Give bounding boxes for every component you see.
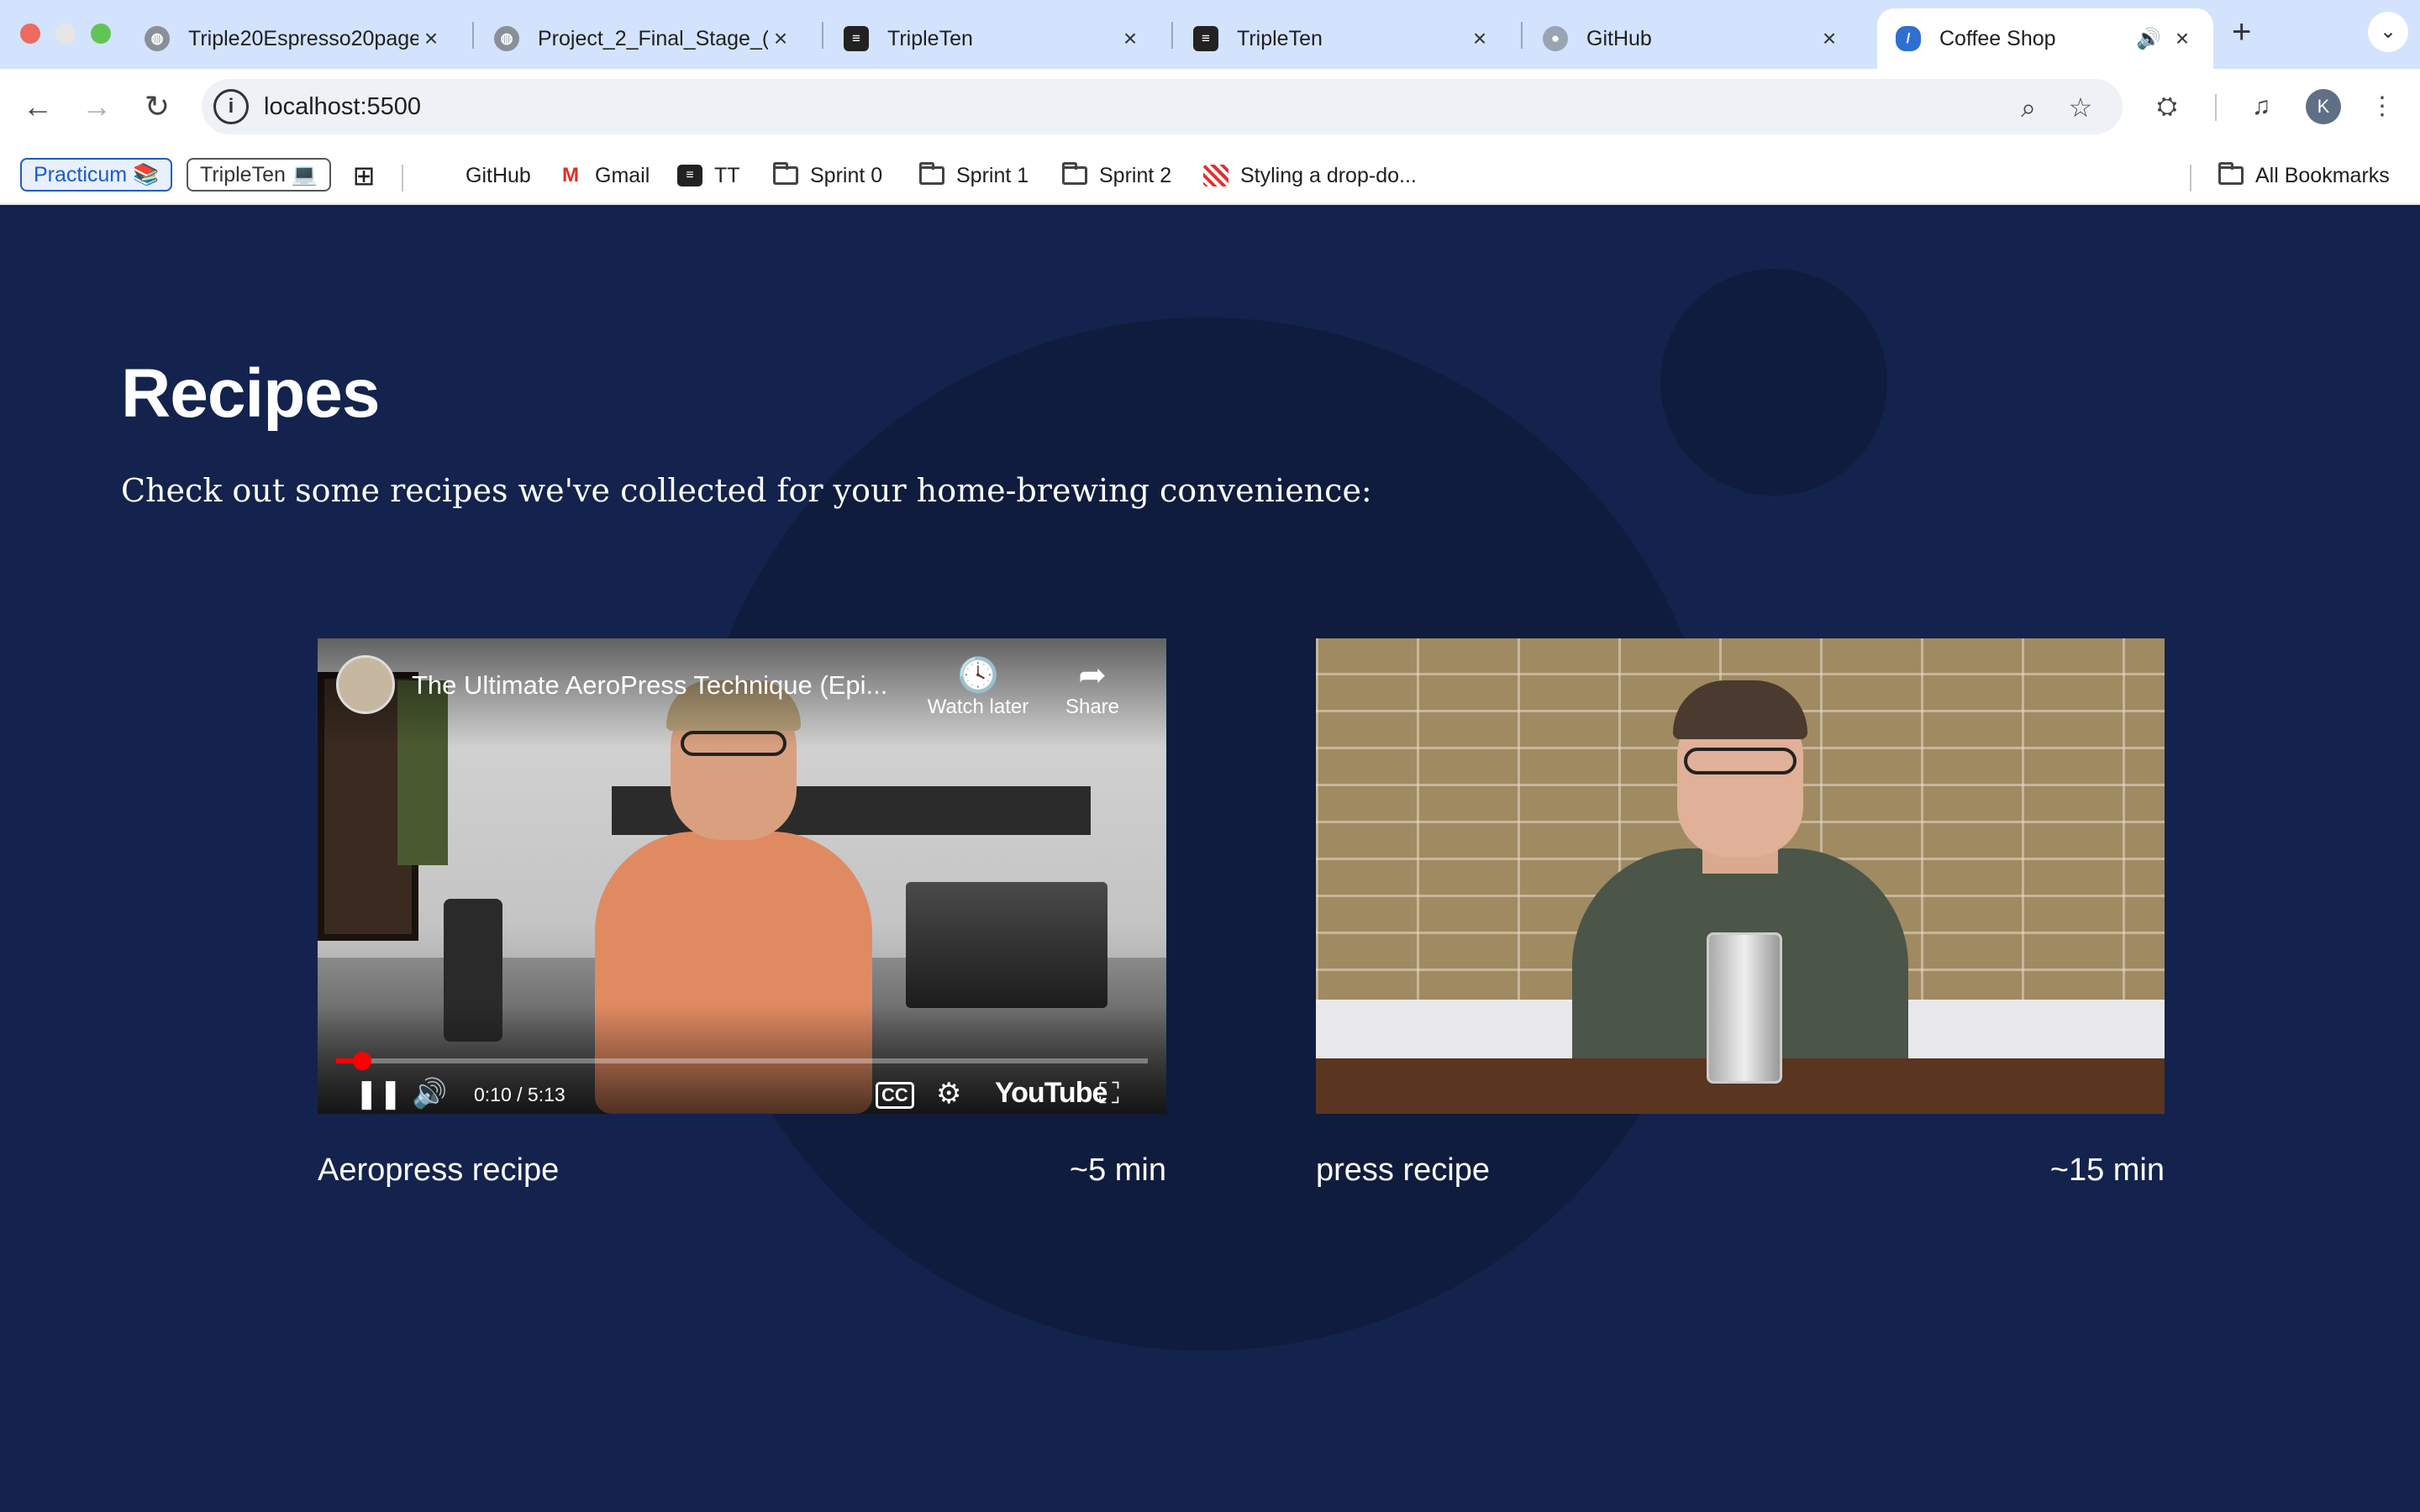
recipe-caption: press recipe ~15 min (1316, 1152, 2165, 1189)
address-bar[interactable]: i localhost:5500 ⌕ ☆ (202, 79, 2123, 134)
progress-scrubber[interactable] (352, 1052, 371, 1070)
forward-arrow-icon[interactable]: → (76, 86, 118, 128)
channel-avatar[interactable] (336, 655, 395, 714)
video-time: 0:10 / 5:13 (474, 1084, 566, 1105)
tab-tripleten-2[interactable]: ≡ TripleTen × (1175, 8, 1511, 69)
close-tab-icon[interactable]: × (1817, 25, 1842, 52)
all-bookmarks[interactable]: All Bookmarks (2218, 160, 2390, 192)
page-title: Recipes (121, 355, 381, 432)
close-tab-icon[interactable]: × (1467, 25, 1492, 52)
tab-project-2[interactable]: ◍ Project_2_Final_Stage_( × (476, 8, 812, 69)
bookmark-sprint-0[interactable]: Sprint 0 (773, 160, 882, 192)
aeropress-video-player[interactable]: The Ultimate AeroPress Technique (Epi...… (318, 638, 1166, 1114)
article-icon (1203, 165, 1228, 186)
new-tab-button[interactable]: + (2232, 13, 2251, 51)
tab-separator (822, 22, 823, 49)
tripleten-icon: ≡ (677, 165, 702, 186)
watch-later-button[interactable]: 🕓 Watch later (919, 655, 1037, 719)
close-tab-icon[interactable]: × (1118, 25, 1143, 52)
bookmark-gmail[interactable]: M Gmail (558, 160, 650, 192)
tab-github[interactable]: ● GitHub × (1524, 8, 1860, 69)
recipe-duration: ~5 min (1069, 1152, 1166, 1188)
zoom-icon[interactable]: ⌕ (2010, 89, 2047, 126)
menu-kebab-icon[interactable]: ⋮ (2361, 86, 2403, 128)
bookmark-star-icon[interactable]: ☆ (2062, 89, 2099, 126)
recipe-card-french-press: press recipe ~15 min (1316, 638, 2165, 1189)
back-arrow-icon[interactable]: ← (17, 86, 59, 128)
bookmark-styling-dropdown[interactable]: Styling a drop-do... (1203, 160, 1417, 192)
profile-avatar[interactable]: K (2306, 89, 2341, 124)
speaker-icon[interactable]: 🔊 (2136, 27, 2170, 51)
tripleten-icon: ≡ (844, 26, 869, 51)
page-viewport: Recipes Check out some recipes we've col… (0, 205, 2420, 1512)
github-icon (429, 165, 454, 186)
github-icon: ● (1543, 26, 1568, 51)
bookmark-tt[interactable]: ≡ TT (677, 160, 740, 192)
url-text[interactable]: localhost:5500 (264, 93, 421, 121)
zoom-window-button[interactable] (91, 24, 111, 44)
media-controls-icon[interactable]: ♫ (2240, 86, 2282, 128)
bookmark-tripleten[interactable]: TripleTen 💻 (187, 158, 331, 192)
video-frame (906, 882, 1107, 1008)
bookmark-sprint-1[interactable]: Sprint 1 (919, 160, 1028, 192)
pause-icon[interactable]: ❚❚ (355, 1077, 402, 1110)
close-tab-icon[interactable]: × (418, 25, 444, 52)
globe-icon: ◍ (494, 26, 519, 51)
closed-captions-icon[interactable]: CC (876, 1082, 914, 1109)
tab-coffee-shop[interactable]: / Coffee Shop 🔊 × (1877, 8, 2213, 69)
video-frame (1684, 748, 1797, 774)
tab-tripleten-1[interactable]: ≡ TripleTen × (825, 8, 1161, 69)
incognito-icon[interactable]: ⛭ (2146, 86, 2188, 128)
bookmark-practicum[interactable]: Practicum 📚 (20, 158, 173, 192)
fullscreen-icon[interactable]: ⛶ (1099, 1077, 1119, 1110)
video-progress-bar[interactable] (336, 1052, 1148, 1070)
minimize-window-button[interactable] (55, 24, 76, 44)
site-info-icon[interactable]: i (213, 89, 249, 124)
tab-separator (472, 22, 474, 49)
recipe-duration: ~15 min (2049, 1152, 2165, 1188)
tab-separator (1171, 22, 1173, 49)
video-title[interactable]: The Ultimate AeroPress Technique (Epi... (412, 670, 887, 701)
page-subtitle: Check out some recipes we've collected f… (121, 472, 1372, 509)
bookmark-github[interactable]: GitHub (429, 160, 531, 192)
clock-icon: 🕓 (957, 657, 999, 694)
youtube-logo[interactable]: YouTube (995, 1077, 1107, 1110)
bookmark-separator (2190, 165, 2191, 192)
close-tab-icon[interactable]: × (768, 25, 793, 52)
recipe-name: Aeropress recipe (318, 1152, 560, 1188)
bookmark-separator (402, 165, 403, 192)
coffee-bean-icon: / (1896, 26, 1921, 51)
decorative-circle-small (1660, 269, 1887, 496)
apps-grid-icon[interactable]: ⊞ (351, 160, 388, 192)
bookmark-sprint-2[interactable]: Sprint 2 (1062, 160, 1171, 192)
toolbar-divider (2215, 94, 2217, 121)
bookmarks-bar: Practicum 📚 TripleTen 💻 ⊞ GitHub M Gmail… (0, 144, 2420, 205)
recipe-name: press recipe (1316, 1152, 1490, 1188)
tab-separator (1521, 22, 1523, 49)
share-button[interactable]: ➦ Share (1050, 655, 1134, 719)
volume-icon[interactable]: 🔊 (412, 1077, 447, 1110)
folder-icon (1062, 162, 1087, 186)
gmail-icon: M (562, 164, 579, 186)
globe-icon: ◍ (145, 26, 170, 51)
browser-toolbar: ← → ↻ i localhost:5500 ⌕ ☆ ⛭ ♫ K ⋮ (0, 69, 2420, 144)
tripleten-icon: ≡ (1193, 26, 1218, 51)
settings-gear-icon[interactable]: ⚙ (936, 1077, 961, 1110)
french-press-image (1707, 932, 1782, 1084)
folder-icon (919, 162, 944, 186)
tab-strip: ◍ Triple20Espresso20page × ◍ Project_2_F… (0, 0, 2420, 69)
tab-search-icon[interactable]: ⌄ (2368, 12, 2408, 52)
tab-triple20espresso[interactable]: ◍ Triple20Espresso20page × (126, 8, 462, 69)
folder-icon (2218, 162, 2244, 186)
close-tab-icon[interactable]: × (2170, 25, 2195, 52)
folder-icon (773, 162, 798, 186)
reload-icon[interactable]: ↻ (136, 86, 178, 128)
french-press-video-player[interactable] (1316, 638, 2165, 1114)
share-arrow-icon: ➦ (1078, 657, 1107, 694)
close-window-button[interactable] (20, 24, 40, 44)
recipe-caption: Aeropress recipe ~5 min (318, 1152, 1166, 1189)
recipe-card-aeropress: The Ultimate AeroPress Technique (Epi...… (318, 638, 1166, 1189)
